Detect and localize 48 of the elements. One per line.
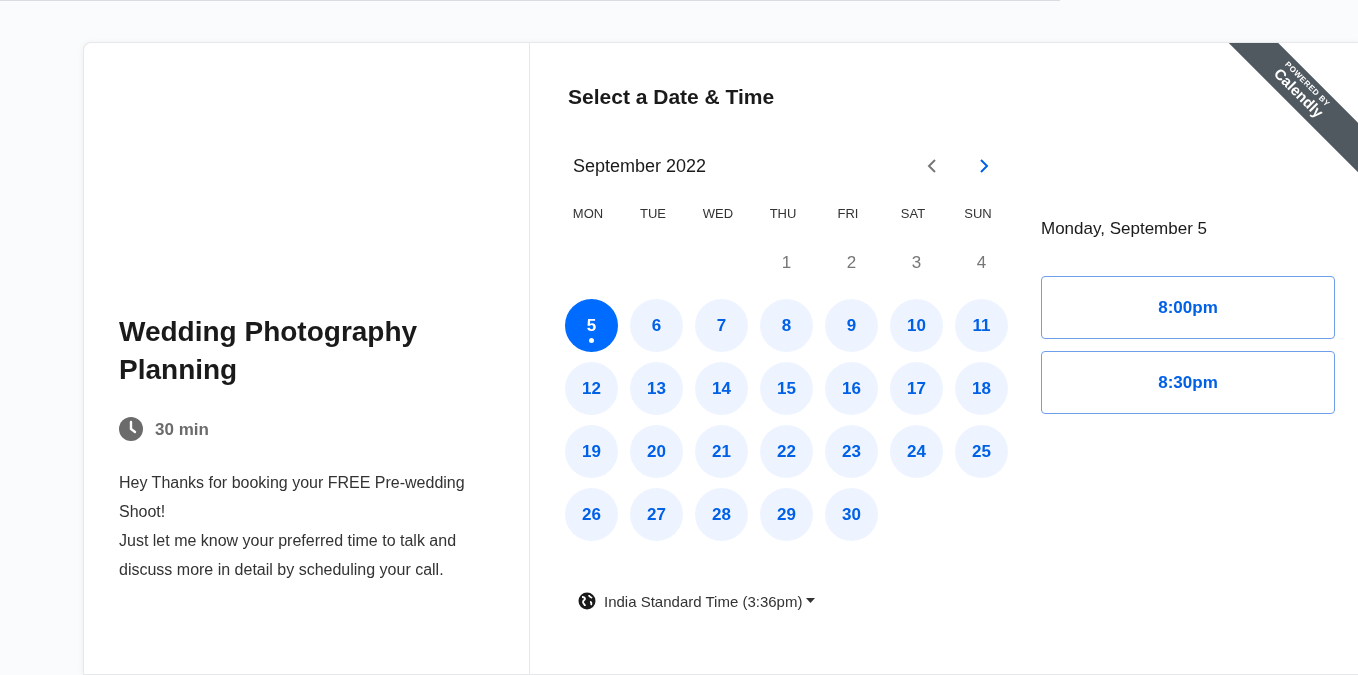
calendar-day[interactable]: 6 xyxy=(630,299,683,352)
description-text: Hey Thanks for booking your FREE Pre-wedding Shoot! xyxy=(119,473,466,523)
calendar-day[interactable]: 14 xyxy=(695,362,748,415)
weekday-label: SUN xyxy=(963,204,993,223)
time-slot-button[interactable]: 8:00pm xyxy=(1041,276,1335,339)
calendar-day[interactable]: 27 xyxy=(630,488,683,541)
calendar-day[interactable]: 18 xyxy=(955,362,1008,415)
calendar-day[interactable]: 13 xyxy=(630,362,683,415)
month-label: September 2022 xyxy=(573,154,708,178)
duration-label: 30 min xyxy=(155,418,209,441)
calendar-day[interactable]: 29 xyxy=(760,488,813,541)
calendar-day[interactable]: 12 xyxy=(565,362,618,415)
weekday-label: SAT xyxy=(899,204,927,223)
weekday-label: MON xyxy=(571,204,605,223)
calendar-day[interactable]: 25 xyxy=(955,425,1008,478)
calendar-day[interactable]: 9 xyxy=(825,299,878,352)
clock-icon xyxy=(119,417,143,442)
timezone-dropdown[interactable]: India Standard Time (3:36pm) xyxy=(604,593,816,609)
selected-date-label: Monday, September 5 xyxy=(1041,217,1208,240)
event-title: Wedding Photography Planning xyxy=(119,315,419,387)
calendar-day[interactable]: 15 xyxy=(760,362,813,415)
calendar-day[interactable]: 7 xyxy=(695,299,748,352)
calendar-day[interactable]: 20 xyxy=(630,425,683,478)
weekday-label: WED xyxy=(701,204,735,223)
chevron-right-icon xyxy=(978,158,990,175)
caret-icon xyxy=(806,598,816,604)
calendar-day[interactable]: 19 xyxy=(565,425,618,478)
calendar-day[interactable]: 5 xyxy=(565,299,618,352)
calendar-day[interactable]: 11 xyxy=(955,299,1008,352)
calendar-day[interactable]: 10 xyxy=(890,299,943,352)
time-slot-button[interactable]: 8:30pm xyxy=(1041,351,1335,414)
calendar-day[interactable]: 17 xyxy=(890,362,943,415)
calendar-day[interactable]: 21 xyxy=(695,425,748,478)
calendar-day[interactable]: 26 xyxy=(565,488,618,541)
weekday-label: FRI xyxy=(836,204,860,223)
weekday-label: TUE xyxy=(639,204,667,223)
weekday-label: THU xyxy=(768,204,798,223)
chevron-left-icon xyxy=(926,158,938,175)
calendar-day[interactable]: 8 xyxy=(760,299,813,352)
description-text: Just let me know your preferred time to talk and discuss more in detail by scheduling your call. xyxy=(119,531,458,581)
calendar-day[interactable]: 24 xyxy=(890,425,943,478)
calendar-day[interactable]: 30 xyxy=(825,488,878,541)
calendar-day[interactable]: 16 xyxy=(825,362,878,415)
calendar-day[interactable]: 28 xyxy=(695,488,748,541)
page-heading: Select a Date & Time xyxy=(568,84,775,110)
calendar-day[interactable]: 22 xyxy=(760,425,813,478)
calendar-day[interactable]: 23 xyxy=(825,425,878,478)
globe-icon xyxy=(578,592,596,610)
